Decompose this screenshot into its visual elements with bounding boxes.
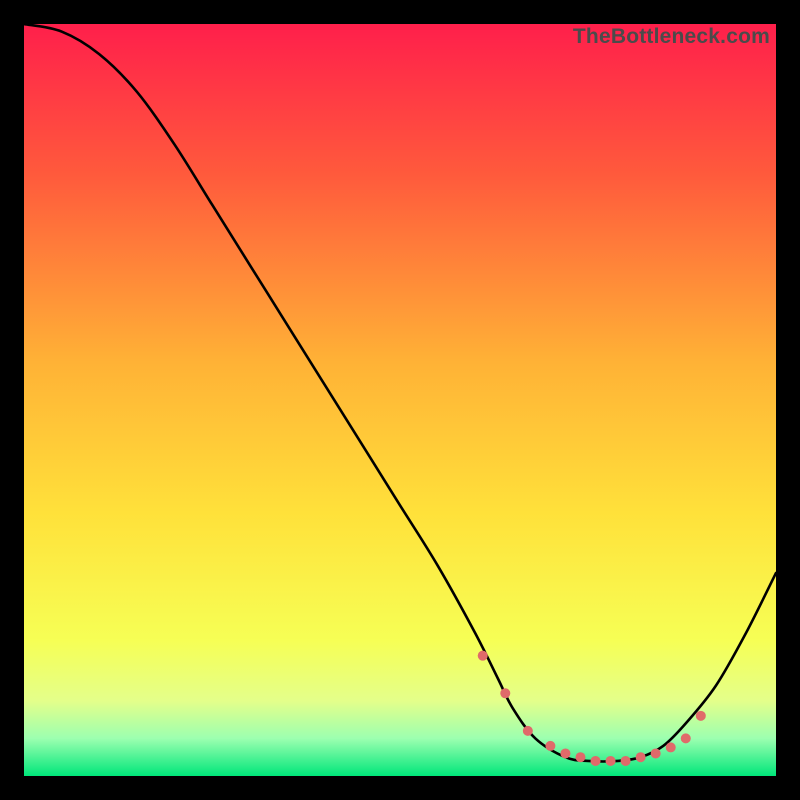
marker-dot: [696, 711, 706, 721]
marker-dot: [500, 688, 510, 698]
marker-dot: [636, 752, 646, 762]
gradient-background: [24, 24, 776, 776]
marker-dot: [681, 733, 691, 743]
marker-dot: [478, 651, 488, 661]
chart-frame: TheBottleneck.com: [24, 24, 776, 776]
marker-dot: [575, 752, 585, 762]
marker-dot: [621, 756, 631, 766]
bottleneck-chart: [24, 24, 776, 776]
marker-dot: [591, 756, 601, 766]
marker-dot: [560, 748, 570, 758]
marker-dot: [651, 748, 661, 758]
watermark-text: TheBottleneck.com: [573, 25, 770, 49]
marker-dot: [666, 742, 676, 752]
marker-dot: [545, 741, 555, 751]
marker-dot: [606, 756, 616, 766]
marker-dot: [523, 726, 533, 736]
